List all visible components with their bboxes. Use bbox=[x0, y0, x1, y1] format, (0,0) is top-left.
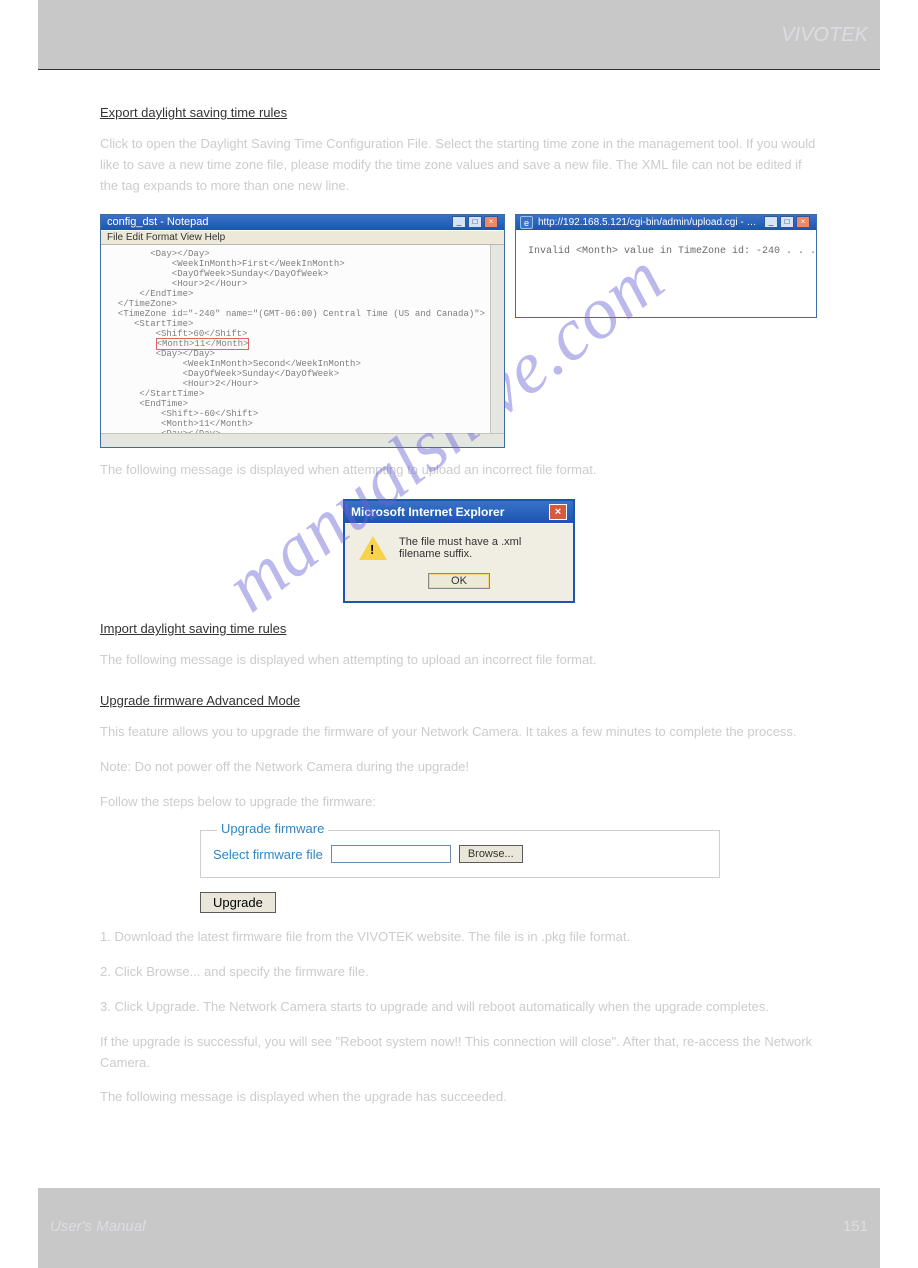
code-post: <Day></Day> <WeekInMonth>Second</WeekInM… bbox=[107, 349, 393, 433]
footer-left: User's Manual bbox=[50, 1218, 145, 1235]
notepad-window: config_dst - Notepad _ □ × File Edit For… bbox=[100, 214, 505, 448]
upgrade-figure: Upgrade firmware Select firmware file Br… bbox=[100, 830, 818, 913]
alert-dialog: Microsoft Internet Explorer × The file m… bbox=[343, 499, 575, 603]
notepad-title-text: config_dst - Notepad bbox=[107, 216, 209, 228]
ie-minimize-icon[interactable]: _ bbox=[764, 216, 778, 228]
notepad-menubar[interactable]: File Edit Format View Help bbox=[101, 230, 504, 245]
page-footer: User's Manual 151 bbox=[38, 1188, 880, 1268]
upgrade-fieldset: Upgrade firmware Select firmware file Br… bbox=[200, 830, 720, 878]
fieldset-legend: Upgrade firmware bbox=[217, 821, 328, 836]
notepad-body: <Day></Day> <WeekInMonth>First</WeekInMo… bbox=[101, 245, 504, 433]
firmware-row: Select firmware file Browse... bbox=[213, 845, 707, 863]
upgrade-button[interactable]: Upgrade bbox=[200, 892, 276, 913]
ie-window-controls: _ □ × bbox=[764, 216, 810, 228]
note-2: The following message is displayed when … bbox=[100, 1087, 818, 1108]
ie-error-body: Invalid <Month> value in TimeZone id: -2… bbox=[516, 230, 816, 317]
page-content: manualshive.com Export daylight saving t… bbox=[0, 70, 918, 1148]
alert-titlebar: Microsoft Internet Explorer × bbox=[345, 501, 573, 523]
section-export-heading: Export daylight saving time rules bbox=[100, 105, 818, 120]
footer-right: 151 bbox=[843, 1218, 868, 1235]
maximize-icon[interactable]: □ bbox=[468, 216, 482, 228]
brand-title: VIVOTEK bbox=[781, 24, 868, 47]
minimize-icon[interactable]: _ bbox=[452, 216, 466, 228]
window-controls: _ □ × bbox=[452, 216, 498, 228]
section-import-p: The following message is displayed when … bbox=[100, 650, 818, 671]
section-export-p1: Click to open the Daylight Saving Time C… bbox=[100, 134, 818, 196]
section-upgrade-heading: Upgrade firmware Advanced Mode bbox=[100, 693, 818, 708]
section-upgrade-p3: Follow the steps below to upgrade the fi… bbox=[100, 792, 818, 813]
page-header: VIVOTEK bbox=[38, 0, 880, 70]
code-pre: <Day></Day> <WeekInMonth>First</WeekInMo… bbox=[107, 249, 485, 349]
section-upgrade-p1: This feature allows you to upgrade the f… bbox=[100, 722, 818, 743]
step-3: 3. Click Upgrade. The Network Camera sta… bbox=[100, 997, 818, 1018]
close-icon[interactable]: × bbox=[484, 216, 498, 228]
scrollbar-vertical[interactable] bbox=[490, 245, 504, 433]
alert-title-text: Microsoft Internet Explorer bbox=[351, 505, 504, 519]
alert-buttons: OK bbox=[345, 572, 573, 601]
warning-icon bbox=[359, 536, 387, 560]
section-upgrade-note: Note: Do not power off the Network Camer… bbox=[100, 757, 818, 778]
notepad-titlebar: config_dst - Notepad _ □ × bbox=[101, 215, 504, 230]
firmware-file-input[interactable] bbox=[331, 845, 451, 863]
browse-button[interactable]: Browse... bbox=[459, 845, 523, 863]
section-import-heading: Import daylight saving time rules bbox=[100, 621, 818, 636]
ie-close-icon[interactable]: × bbox=[796, 216, 810, 228]
ie-error-window: e http://192.168.5.121/cgi-bin/admin/upl… bbox=[515, 214, 817, 318]
ie-icon: e bbox=[520, 216, 533, 229]
figure-row: config_dst - Notepad _ □ × File Edit For… bbox=[100, 214, 818, 448]
note-1: If the upgrade is successful, you will s… bbox=[100, 1032, 818, 1074]
step-1: 1. Download the latest firmware file fro… bbox=[100, 927, 818, 948]
alert-body: The file must have a .xml filename suffi… bbox=[345, 523, 573, 572]
ie-maximize-icon[interactable]: □ bbox=[780, 216, 794, 228]
firmware-label: Select firmware file bbox=[213, 847, 323, 862]
ie-title-text: http://192.168.5.121/cgi-bin/admin/uploa… bbox=[538, 217, 764, 228]
section-export-p2: The following message is displayed when … bbox=[100, 460, 818, 481]
scrollbar-horizontal[interactable] bbox=[101, 433, 504, 447]
alert-message: The file must have a .xml filename suffi… bbox=[399, 536, 559, 560]
alert-close-icon[interactable]: × bbox=[549, 504, 567, 520]
ie-titlebar: e http://192.168.5.121/cgi-bin/admin/upl… bbox=[516, 215, 816, 230]
step-2: 2. Click Browse... and specify the firmw… bbox=[100, 962, 818, 983]
ok-button[interactable]: OK bbox=[428, 573, 490, 589]
